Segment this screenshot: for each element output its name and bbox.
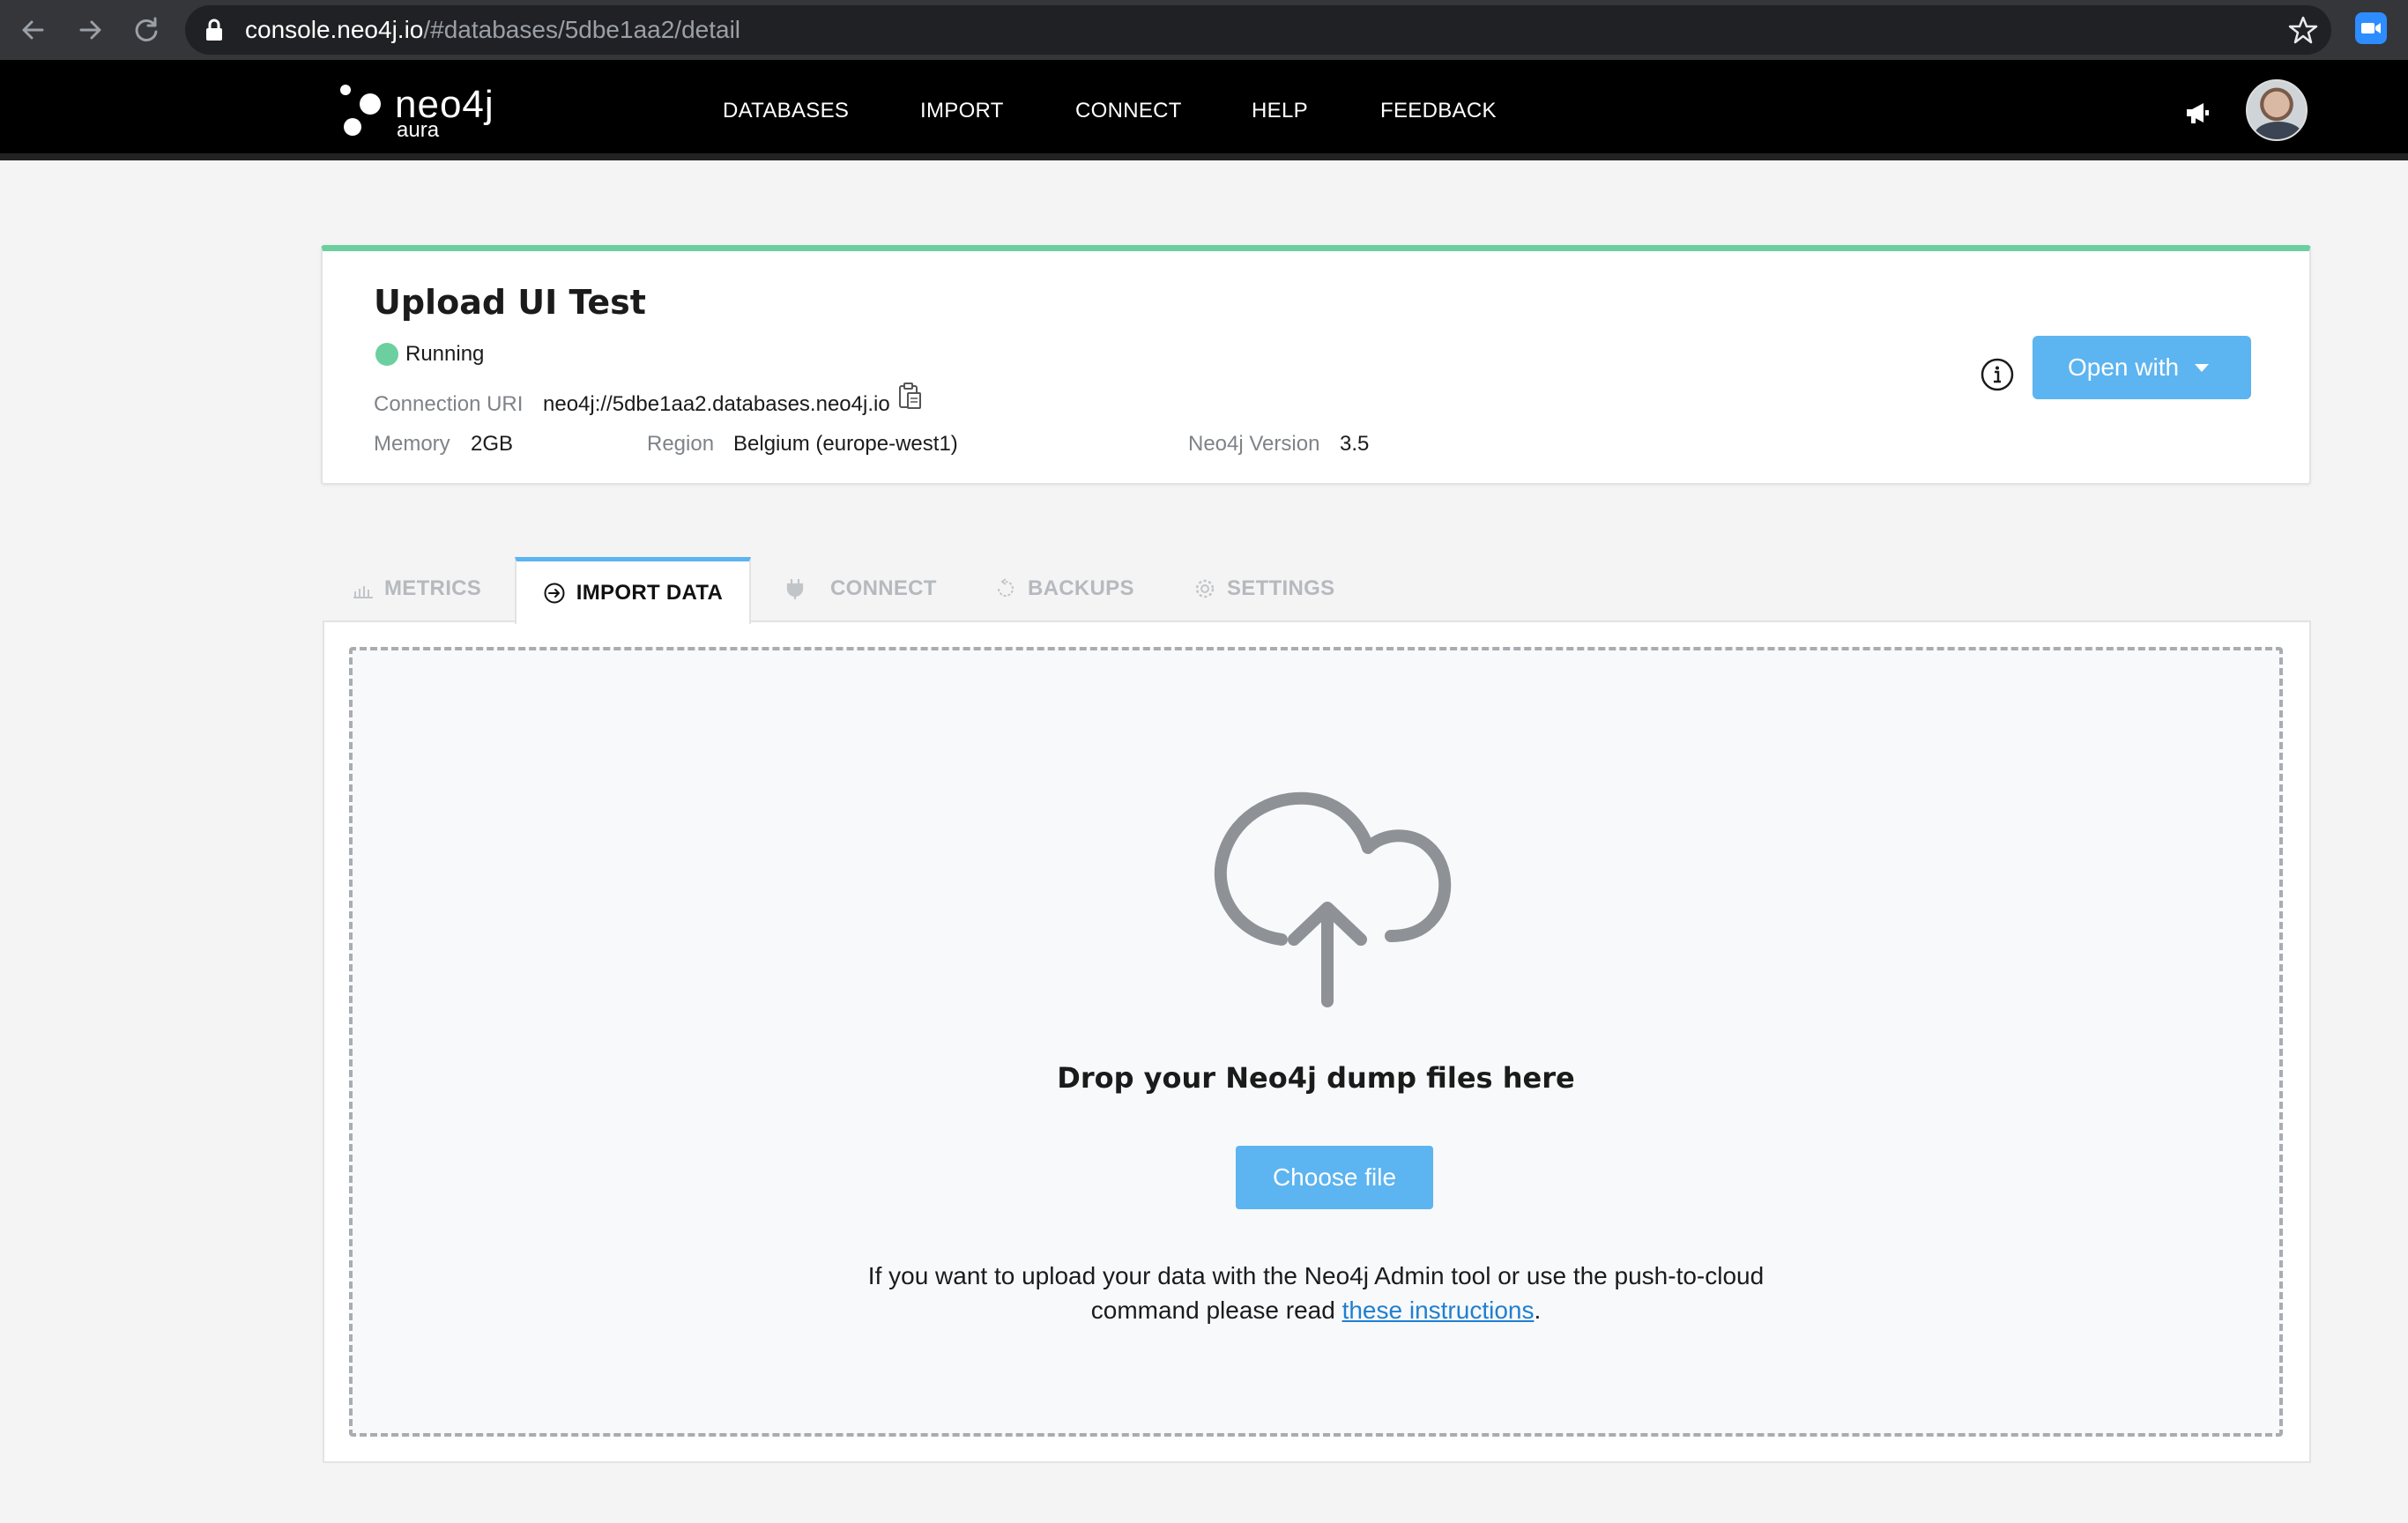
plug-icon [786,579,804,599]
status-running-dot [375,343,398,366]
app-header: neo4j aura DATABASES IMPORT CONNECT HELP… [0,60,2408,160]
logo-subtitle: aura [397,118,440,142]
these-instructions-link[interactable]: these instructions [1342,1296,1535,1324]
neo4j-version-value: 3.5 [1340,432,1370,456]
memory-value: 2GB [471,432,514,456]
nav-connect[interactable]: CONNECT [1075,99,1182,123]
status-text: Running [405,342,485,366]
neo4j-aura-logo[interactable]: neo4j aura [338,83,497,142]
forward-icon[interactable] [71,11,109,49]
back-icon[interactable] [14,11,53,49]
backup-history-icon [998,578,1014,597]
nav-feedback[interactable]: FEEDBACK [1380,99,1497,123]
drop-title: Drop your Neo4j dump files here [1057,1061,1575,1095]
memory-label: Memory [374,432,450,456]
url-path: /#databases/5dbe1aa2/detail [423,16,741,43]
chevron-down-icon [2195,364,2209,372]
help-line-2-text: command please read [1090,1296,1342,1324]
region-label: Region [647,432,715,456]
region-value: Belgium (europe-west1) [733,432,958,456]
tab-metrics[interactable]: METRICS [353,555,481,622]
choose-file-button[interactable]: Choose file [1236,1146,1433,1209]
tab-backups[interactable]: BACKUPS [994,555,1134,622]
cloud-upload-icon [1214,791,1452,1007]
copy-clipboard-icon[interactable] [897,382,924,412]
connection-uri-label: Connection URI [374,392,524,416]
logo-dot-small [340,85,351,95]
browser-toolbar: console.neo4j.io/#databases/5dbe1aa2/det… [0,0,2408,60]
logo-dot-large [360,93,381,115]
nav-help[interactable]: HELP [1252,99,1308,123]
lock-icon [206,19,222,41]
neo4j-version-label: Neo4j Version [1188,432,1320,456]
nav-import[interactable]: IMPORT [920,99,1004,123]
tab-connect[interactable]: CONNECT [784,555,937,622]
connection-uri-value[interactable]: neo4j://5dbe1aa2.databases.neo4j.io [543,392,890,417]
open-with-button[interactable]: Open with [2033,336,2251,399]
tab-backups-label: BACKUPS [1028,576,1134,600]
bar-chart-icon [353,586,373,598]
gear-icon [1195,579,1215,598]
tab-settings-label: SETTINGS [1227,576,1335,600]
import-circle-arrow-icon [544,583,565,603]
tab-connect-label: CONNECT [830,576,937,600]
help-line-1: If you want to upload your data with the… [867,1262,1765,1289]
import-data-panel: Drop your Neo4j dump files here Choose f… [323,620,2311,1463]
database-card: Upload UI Test Running Connection URI ne… [321,245,2311,485]
help-line-2-end: . [1534,1296,1542,1324]
user-avatar[interactable] [2246,79,2308,141]
bookmark-star-icon[interactable] [2287,14,2319,46]
logo-dot-medium [344,118,361,136]
url-domain: console.neo4j.io [245,16,424,43]
reload-icon[interactable] [127,11,166,49]
nav-databases[interactable]: DATABASES [723,99,849,123]
database-name: Upload UI Test [374,283,646,322]
info-icon[interactable] [1980,357,2015,392]
file-dropzone[interactable]: Drop your Neo4j dump files here Choose f… [349,647,2283,1437]
tab-metrics-label: METRICS [384,576,482,600]
address-bar[interactable]: console.neo4j.io/#databases/5dbe1aa2/det… [185,5,2331,55]
import-help-text: If you want to upload your data with the… [353,1259,2279,1327]
tab-import-data[interactable]: IMPORT DATA [515,557,751,624]
megaphone-icon[interactable] [2184,100,2212,125]
tab-import-data-label: IMPORT DATA [576,580,724,605]
zoom-extension-icon[interactable] [2355,12,2387,44]
help-line-2: command please read these instructions. [353,1293,2279,1327]
tab-settings[interactable]: SETTINGS [1193,555,1334,622]
url-text[interactable]: console.neo4j.io/#databases/5dbe1aa2/det… [245,17,740,43]
avatar-shirt [2255,122,2302,139]
open-with-label: Open with [2068,353,2180,381]
